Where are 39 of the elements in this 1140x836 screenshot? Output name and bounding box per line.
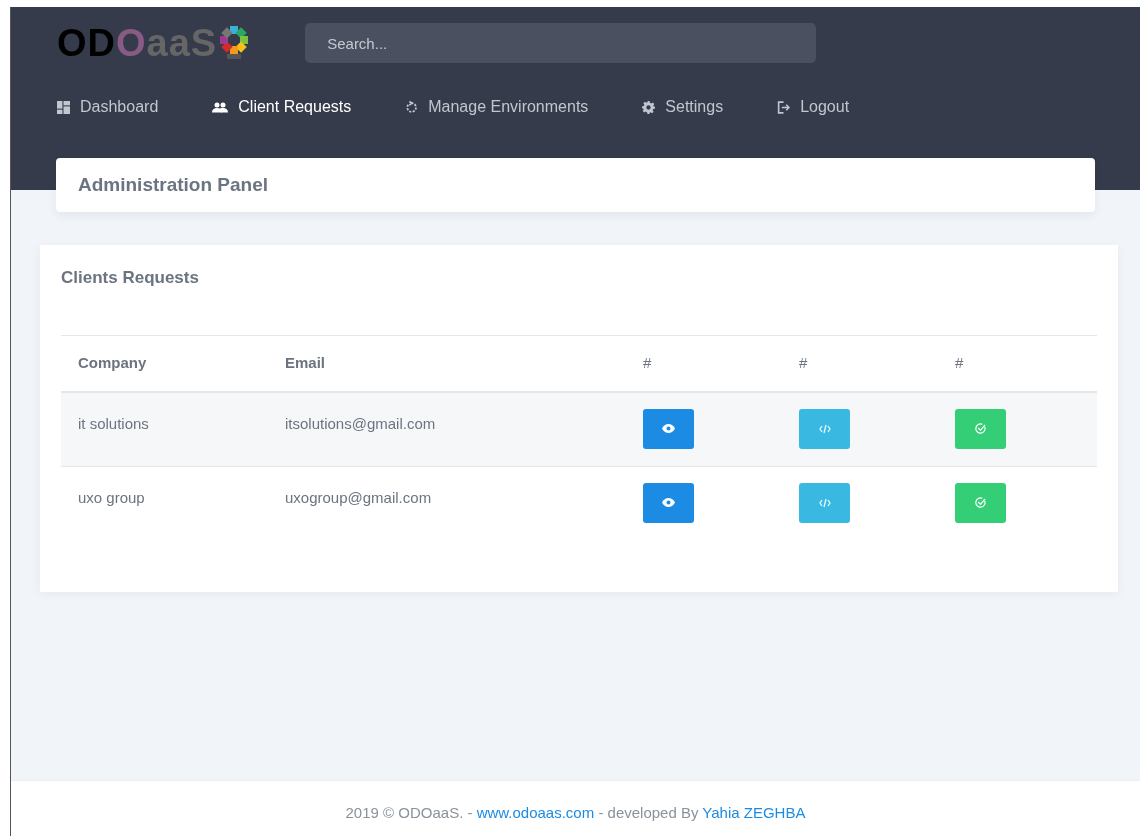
nav-link[interactable]: Manage Environments [405,95,589,119]
logo-text: O [116,24,147,62]
users-icon [212,100,229,114]
settings-icon [642,100,656,114]
nav-link[interactable]: Dashboard [57,95,159,119]
code-button[interactable] [799,408,850,449]
approve-button[interactable] [955,482,1006,523]
company-cell: uxo group [78,488,145,506]
check-circle-icon [975,423,986,434]
logo-text: OD [57,24,116,62]
page-title: Administration Panel [78,172,269,197]
eye-icon [662,498,675,507]
footer-link[interactable]: www.odoaas.com [476,804,595,822]
email-cell: itsolutions@gmail.com [285,414,436,432]
code-button[interactable] [799,482,850,523]
column-header: Email [285,354,326,371]
nav-link[interactable]: Client Requests [212,95,352,119]
column-header: # [799,354,808,371]
approve-button[interactable] [955,408,1006,449]
logout-icon [777,100,791,114]
column-header: Company [78,354,147,371]
view-button[interactable] [643,482,694,523]
nav-link[interactable]: Settings [642,95,724,119]
nav-link[interactable]: Logout [777,95,850,119]
footer-text: 2019 © ODOaaS. - www.odoaas.com - developed By Yahia ZEGHBA [345,803,806,824]
column-header: # [955,354,964,371]
search-field[interactable]: Search... [305,23,817,63]
footer-link[interactable]: Yahia ZEGHBA [702,804,806,822]
refresh-icon [405,100,419,114]
view-button[interactable] [643,408,694,449]
column-header: # [643,354,652,371]
company-cell: it solutions [78,414,149,432]
email-cell: uxogroup@gmail.com [285,488,432,506]
code-icon [818,497,831,508]
eye-icon [662,424,675,433]
code-icon [818,423,831,434]
card-title: Clients Requests [61,267,200,289]
dashboard-icon [57,100,70,114]
check-circle-icon [975,497,986,508]
